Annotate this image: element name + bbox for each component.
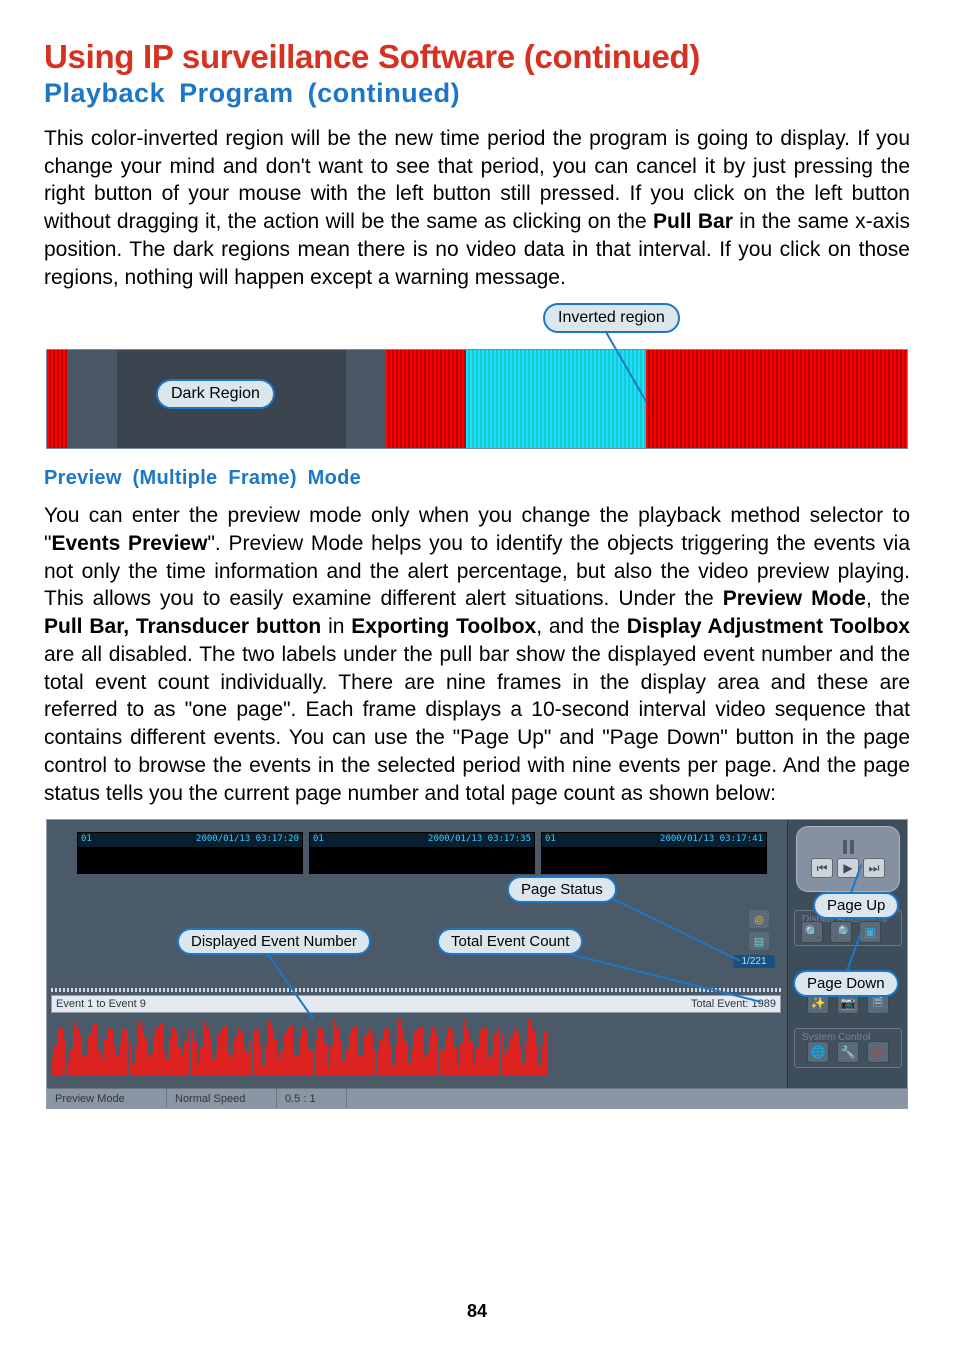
page-subtitle: Playback Program (continued)	[44, 78, 910, 109]
prev-button[interactable]: ⏮	[811, 858, 833, 878]
paragraph-1: This color-inverted region will be the n…	[44, 125, 910, 291]
paragraph-2: You can enter the preview mode only when…	[44, 502, 910, 807]
mini-icon-2[interactable]: ▤	[749, 932, 769, 950]
figure-preview-ui: 012000/01/13 03:17:20 012000/01/13 03:17…	[46, 819, 908, 1109]
page-title: Using IP surveillance Software (continue…	[44, 38, 910, 76]
globe-icon[interactable]: 🌐	[807, 1041, 829, 1063]
zoom-out-icon[interactable]: 🔎	[830, 921, 852, 943]
fit-icon[interactable]: ▣	[859, 921, 881, 943]
page-number: 84	[0, 1301, 954, 1322]
right-control-panel: ⏮ ▶ ⏭ Display Adjustment 🔍 🔎 ▣ ✨ 📷 🗎 Sys…	[787, 820, 907, 1108]
section-heading-preview: Preview (Multiple Frame) Mode	[44, 467, 910, 490]
preview-frame-1[interactable]: 012000/01/13 03:17:20	[77, 832, 303, 874]
event-strip: Event 1 to Event 9 Total Event: 1989	[51, 995, 781, 1013]
preview-frames: 012000/01/13 03:17:20 012000/01/13 03:17…	[77, 832, 767, 874]
callout-page-up: Page Up	[813, 892, 899, 919]
status-mode: Preview Mode	[47, 1089, 167, 1108]
status-bar: Preview Mode Normal Speed 0.5 : 1	[47, 1088, 907, 1108]
zoom-in-icon[interactable]: 🔍	[801, 921, 823, 943]
pull-bar-term: Pull Bar	[653, 210, 733, 233]
settings-icon[interactable]: 🔧	[837, 1041, 859, 1063]
pause-icon[interactable]	[839, 840, 857, 854]
power-icon[interactable]: ⏻	[867, 1041, 889, 1063]
status-zoom: 0.5 : 1	[277, 1089, 347, 1108]
figure-timeline: Inverted region Dark Region	[46, 303, 908, 453]
preview-frame-2[interactable]: 012000/01/13 03:17:35	[309, 832, 535, 874]
total-event-count-label: Total Event: 1989	[691, 998, 776, 1010]
mini-icon-1[interactable]: ◎	[749, 910, 769, 928]
callout-page-status: Page Status	[507, 876, 617, 903]
callout-inverted-region: Inverted region	[543, 303, 680, 333]
status-speed: Normal Speed	[167, 1089, 277, 1108]
preview-frame-3[interactable]: 012000/01/13 03:17:41	[541, 832, 767, 874]
callout-dark-region: Dark Region	[156, 379, 275, 409]
callout-page-down: Page Down	[793, 970, 899, 997]
displayed-event-number-label: Event 1 to Event 9	[56, 998, 146, 1010]
next-button[interactable]: ⏭	[863, 858, 885, 878]
callout-displayed-event-number: Displayed Event Number	[177, 928, 371, 955]
side-mini-icons: ◎ ▤	[749, 910, 769, 950]
waveform-histogram[interactable]	[51, 1020, 551, 1075]
callout-total-event-count: Total Event Count	[437, 928, 583, 955]
playback-control-block: ⏮ ▶ ⏭	[796, 826, 900, 892]
